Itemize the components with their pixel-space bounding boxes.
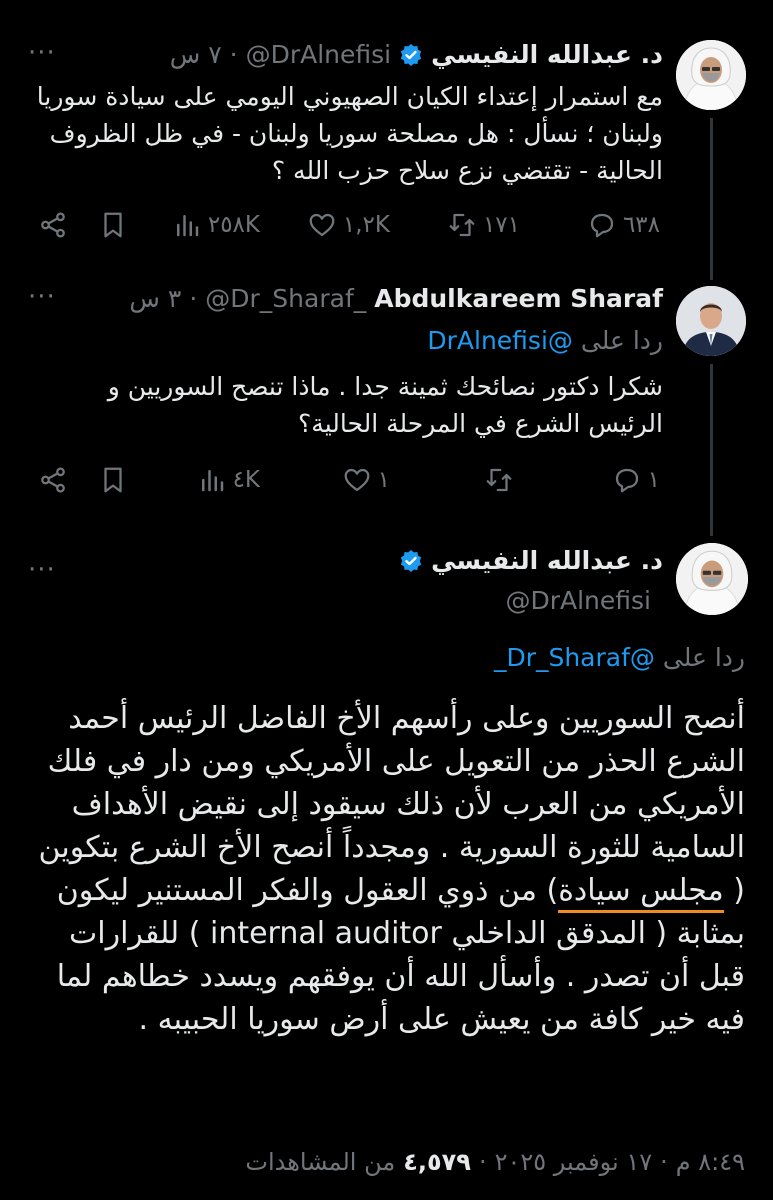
like-button[interactable]: ١,٢K: [307, 210, 390, 240]
tweet-text: أنصح السوريين وعلى رأسهم الأخ الفاضل الر…: [25, 697, 745, 1041]
reply-to-handle-link[interactable]: @Dr_Sharaf_: [494, 643, 655, 672]
separator: ·: [660, 1148, 668, 1176]
tweet-actions: ٦٣٨ ١٧١ ١,٢K ٢٥٨K: [30, 210, 660, 250]
retweet-count: ١٧١: [482, 212, 520, 238]
tweet-actions: ١ ١ ٤K: [30, 465, 660, 505]
reply-count: ١: [647, 467, 660, 493]
reply-icon: [590, 213, 614, 238]
reply-to-handle-link[interactable]: @DrAlnefisi: [427, 326, 573, 355]
views-count: ٤,٥٧٩: [403, 1148, 471, 1176]
author-handle[interactable]: @DrAlnefisi: [246, 40, 392, 69]
like-icon: [309, 213, 335, 237]
like-count: ١,٢K: [342, 212, 390, 238]
post-time[interactable]: ٨:٤٩ م: [676, 1148, 745, 1176]
retweet-icon: [486, 468, 512, 492]
views-icon: [201, 470, 223, 492]
avatar[interactable]: [676, 40, 746, 110]
tweet-header: د. عبدالله النفيسي: [399, 546, 663, 575]
like-button[interactable]: ١: [342, 465, 390, 495]
author-handle[interactable]: @DrAlnefisi: [505, 586, 651, 615]
author-name[interactable]: د. عبدالله النفيسي: [431, 546, 663, 575]
reply-prefix: ردا على: [580, 326, 663, 355]
separator: ·: [229, 40, 238, 69]
tweet-text: مع استمرار إعتداء الكيان الصهيوني اليومي…: [36, 82, 663, 185]
thread-line: [710, 118, 713, 280]
share-button[interactable]: [38, 210, 68, 240]
more-icon[interactable]: ···: [28, 38, 56, 68]
like-icon: [344, 468, 370, 492]
reply-icon: [615, 468, 638, 493]
share-icon: [41, 212, 65, 238]
like-count: ١: [377, 467, 390, 493]
tweet-meta: ٨:٤٩ م · ١٧ نوفمبر ٢٠٢٥ · ٤,٥٧٩ من المشا…: [245, 1148, 745, 1176]
author-handle[interactable]: @Dr_Sharaf_: [205, 284, 366, 313]
bookmark-icon: [104, 212, 122, 238]
verified-badge-icon: [400, 43, 422, 66]
views-icon: [176, 215, 199, 237]
bookmark-button[interactable]: [98, 465, 128, 495]
reply-to-line: ردا على @DrAlnefisi: [427, 326, 663, 355]
avatar-image: [676, 286, 746, 356]
post-date[interactable]: ١٧ نوفمبر ٢٠٢٥: [495, 1148, 653, 1176]
retweet-icon: [449, 213, 475, 237]
separator: ·: [189, 284, 198, 313]
avatar[interactable]: [676, 543, 748, 615]
views-button[interactable]: ٢٥٨K: [172, 210, 260, 240]
views-button[interactable]: ٤K: [197, 465, 260, 495]
highlighted-phrase: مجلس سيادة: [558, 873, 724, 913]
tweet-header: ٣ س · @Dr_Sharaf_ Abdulkareem Sharaf: [129, 284, 663, 313]
timestamp[interactable]: ٣ س: [129, 284, 181, 313]
avatar-image: [676, 543, 748, 615]
reply-count: ٦٣٨: [622, 212, 660, 238]
avatar-image: [676, 40, 746, 110]
timestamp[interactable]: ٧ س: [170, 40, 222, 69]
tweet-text: شكرا دكتور نصائحك ثمينة جدا . ماذا تنصح …: [107, 372, 663, 438]
share-button[interactable]: [38, 465, 68, 495]
retweet-button[interactable]: [484, 465, 520, 495]
share-icon: [41, 467, 65, 493]
reply-to-line: ردا على @Dr_Sharaf_: [494, 643, 745, 672]
reply-button[interactable]: ١: [612, 465, 660, 495]
author-name[interactable]: Abdulkareem Sharaf: [374, 284, 663, 313]
verified-badge-icon: [400, 549, 422, 572]
retweet-button[interactable]: ١٧١: [447, 210, 520, 240]
author-name[interactable]: د. عبدالله النفيسي: [431, 40, 663, 69]
views-count: ٢٥٨K: [207, 212, 260, 238]
reply-prefix: ردا على: [662, 643, 745, 672]
more-icon[interactable]: ···: [28, 555, 56, 585]
more-icon[interactable]: ···: [28, 282, 56, 312]
bookmark-button[interactable]: [98, 210, 128, 240]
tweet-header: د. عبدالله النفيسي @DrAlnefisi · ٧ س: [170, 40, 663, 69]
avatar[interactable]: [676, 286, 746, 356]
views-label: من المشاهدات: [245, 1148, 396, 1176]
thread-line: [710, 364, 713, 536]
views-count: ٤K: [232, 467, 260, 493]
separator: ·: [478, 1148, 487, 1176]
bookmark-icon: [104, 467, 122, 493]
reply-button[interactable]: ٦٣٨: [587, 210, 660, 240]
